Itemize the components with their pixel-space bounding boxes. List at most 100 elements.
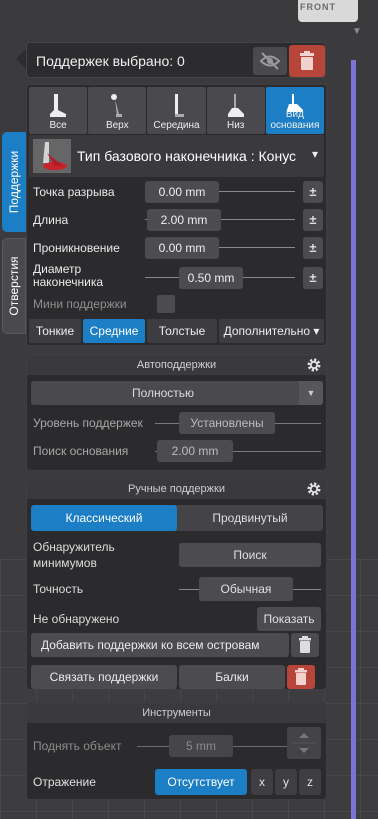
mirror-x-button[interactable]: x: [251, 769, 273, 795]
support-all-icon: [50, 94, 67, 117]
accuracy-field[interactable]: Обычная: [199, 577, 293, 601]
header-pointer: [16, 49, 26, 69]
add-islands-button[interactable]: Добавить поддержки ко всем островам: [31, 633, 289, 657]
mirror-y-button[interactable]: y: [275, 769, 297, 795]
size-medium-button[interactable]: Средние: [83, 319, 145, 343]
delete-islands-button[interactable]: [291, 633, 319, 657]
tip-type-label: Тип базового наконечника : Конус: [77, 148, 297, 164]
show-button[interactable]: Показать: [257, 607, 321, 631]
mini-supports-label: Мини поддержки: [33, 297, 127, 311]
gear-icon[interactable]: [306, 357, 322, 373]
plus-minus-button[interactable]: ±: [303, 267, 323, 289]
manual-supports-header: Ручные поддержки: [27, 479, 326, 499]
caret-down-icon[interactable]: ▼: [352, 26, 362, 37]
param-penetration-label: Проникновение: [33, 241, 120, 255]
param-penetration: Проникновение 0.00 mm ±: [31, 235, 323, 261]
plus-minus-button[interactable]: ±: [303, 209, 323, 231]
tip-top-button[interactable]: Верх: [88, 87, 147, 134]
base-search-row: Поиск основания 2.00 mm: [31, 439, 323, 463]
tip-all-label: Все: [49, 120, 67, 131]
minima-detector-label: Обнаружитель минимумов: [33, 540, 115, 570]
tip-bottom-label: Низ: [227, 120, 245, 131]
manual-supports-panel: Ручные поддержки Классический Продвинуты…: [26, 478, 327, 690]
tip-diameter-field[interactable]: 0.50 mm: [179, 267, 243, 289]
tools-header: Инструменты: [27, 703, 326, 723]
mirror-none-button[interactable]: Отсутствует: [155, 769, 247, 795]
size-thin-button[interactable]: Тонкие: [29, 319, 81, 343]
gear-icon[interactable]: [306, 481, 322, 497]
eye-off-icon: [259, 52, 281, 70]
mode-classic-button[interactable]: Классический: [31, 505, 177, 531]
trash-icon: [300, 51, 314, 70]
tip-selector: Все Верх Середина Низ Вид основания: [29, 87, 325, 134]
tip-middle-label: Середина: [153, 120, 200, 131]
mode-advanced-button[interactable]: Продвинутый: [177, 505, 323, 531]
tip-type-dropdown[interactable]: Тип базового наконечника : Конус ▾: [29, 135, 324, 177]
accuracy-label: Точность: [33, 582, 84, 596]
length-field[interactable]: 2.00 mm: [147, 209, 221, 231]
minima-detector-row: Обнаружитель минимумов Поиск: [31, 539, 323, 571]
side-tabs: Поддержки Отверстия: [2, 132, 26, 334]
tip-top-label: Верх: [105, 120, 129, 131]
lift-object-field: 5 mm: [169, 735, 233, 757]
size-advanced-dropdown[interactable]: Дополнительно ▾: [219, 319, 324, 343]
trash-icon: [295, 668, 307, 685]
delete-links-button[interactable]: [287, 665, 315, 689]
param-break-point: Точка разрыва 0.00 mm ±: [31, 179, 323, 205]
auto-mode-value: Полностью: [131, 386, 195, 400]
selected-count-title: Поддержек выбрано: 0: [36, 53, 185, 69]
manual-supports-title: Ручные поддержки: [128, 483, 225, 495]
support-bottom-icon: [227, 94, 244, 117]
size-thick-button[interactable]: Толстые: [147, 319, 217, 343]
trash-icon: [299, 636, 311, 653]
base-search-field[interactable]: 2.00 mm: [157, 440, 233, 462]
stepper-arrows-icon: [293, 733, 315, 753]
beams-button[interactable]: Балки: [179, 665, 285, 689]
tip-bottom-button[interactable]: Низ: [206, 87, 265, 134]
support-size-selector: Тонкие Средние Толстые Дополнительно ▾: [29, 319, 324, 343]
auto-supports-header: Автоподдержки: [27, 355, 326, 375]
mirror-z-button[interactable]: z: [299, 769, 321, 795]
not-found-row: Не обнаружено Показать: [31, 607, 323, 631]
tip-middle-button[interactable]: Середина: [147, 87, 206, 134]
param-tip-diameter: Диаметр наконечника 0.50 mm ±: [31, 262, 323, 291]
param-break-point-label: Точка разрыва: [33, 185, 115, 199]
minima-search-button[interactable]: Поиск: [179, 543, 321, 567]
delete-all-button[interactable]: [289, 45, 325, 77]
view-cube-label: FRONT: [300, 2, 336, 12]
manual-mode-selector: Классический Продвинутый: [31, 505, 323, 531]
support-level-label: Уровень поддержек: [33, 416, 143, 430]
base-search-label: Поиск основания: [33, 444, 129, 458]
cone-tip-icon: [33, 139, 71, 173]
tip-panel: Все Верх Середина Низ Вид основания Тип …: [26, 84, 327, 346]
accuracy-row: Точность Обычная: [31, 577, 323, 603]
penetration-field[interactable]: 0.00 mm: [145, 237, 219, 259]
link-supports-button[interactable]: Связать поддержки: [31, 665, 177, 689]
vertical-scrollbar[interactable]: [351, 60, 356, 819]
param-length: Длина 2.00 mm ±: [31, 207, 323, 233]
plus-minus-button[interactable]: ±: [303, 237, 323, 259]
tip-base-view-button[interactable]: Вид основания: [265, 87, 325, 134]
tools-title: Инструменты: [142, 707, 211, 719]
support-top-icon: [111, 94, 123, 117]
hide-supports-button[interactable]: [253, 47, 287, 75]
mirror-label: Отражение: [33, 775, 96, 789]
support-level-field[interactable]: Установлены: [179, 412, 275, 434]
auto-supports-panel: Автоподдержки Полностью ▼ Уровень поддер…: [26, 354, 327, 471]
tab-supports[interactable]: Поддержки: [2, 132, 26, 232]
auto-supports-title: Автоподдержки: [136, 359, 217, 371]
plus-minus-button[interactable]: ±: [303, 181, 323, 203]
lift-object-label: Поднять объект: [33, 739, 122, 753]
tab-supports-label: Поддержки: [7, 150, 21, 214]
mini-supports-checkbox[interactable]: [157, 295, 175, 313]
tools-panel: Инструменты Поднять объект 5 mm Отражени…: [26, 702, 327, 800]
param-length-label: Длина: [33, 213, 69, 227]
param-tip-diameter-label: Диаметр наконечника: [33, 262, 104, 289]
support-middle-icon: [174, 94, 184, 117]
tab-holes[interactable]: Отверстия: [2, 238, 26, 334]
tip-all-button[interactable]: Все: [29, 87, 88, 134]
support-level-row: Уровень поддержек Установлены: [31, 411, 323, 435]
break-point-field[interactable]: 0.00 mm: [145, 181, 219, 203]
auto-mode-dropdown[interactable]: Полностью ▼: [31, 381, 323, 405]
lift-stepper: [287, 727, 321, 759]
